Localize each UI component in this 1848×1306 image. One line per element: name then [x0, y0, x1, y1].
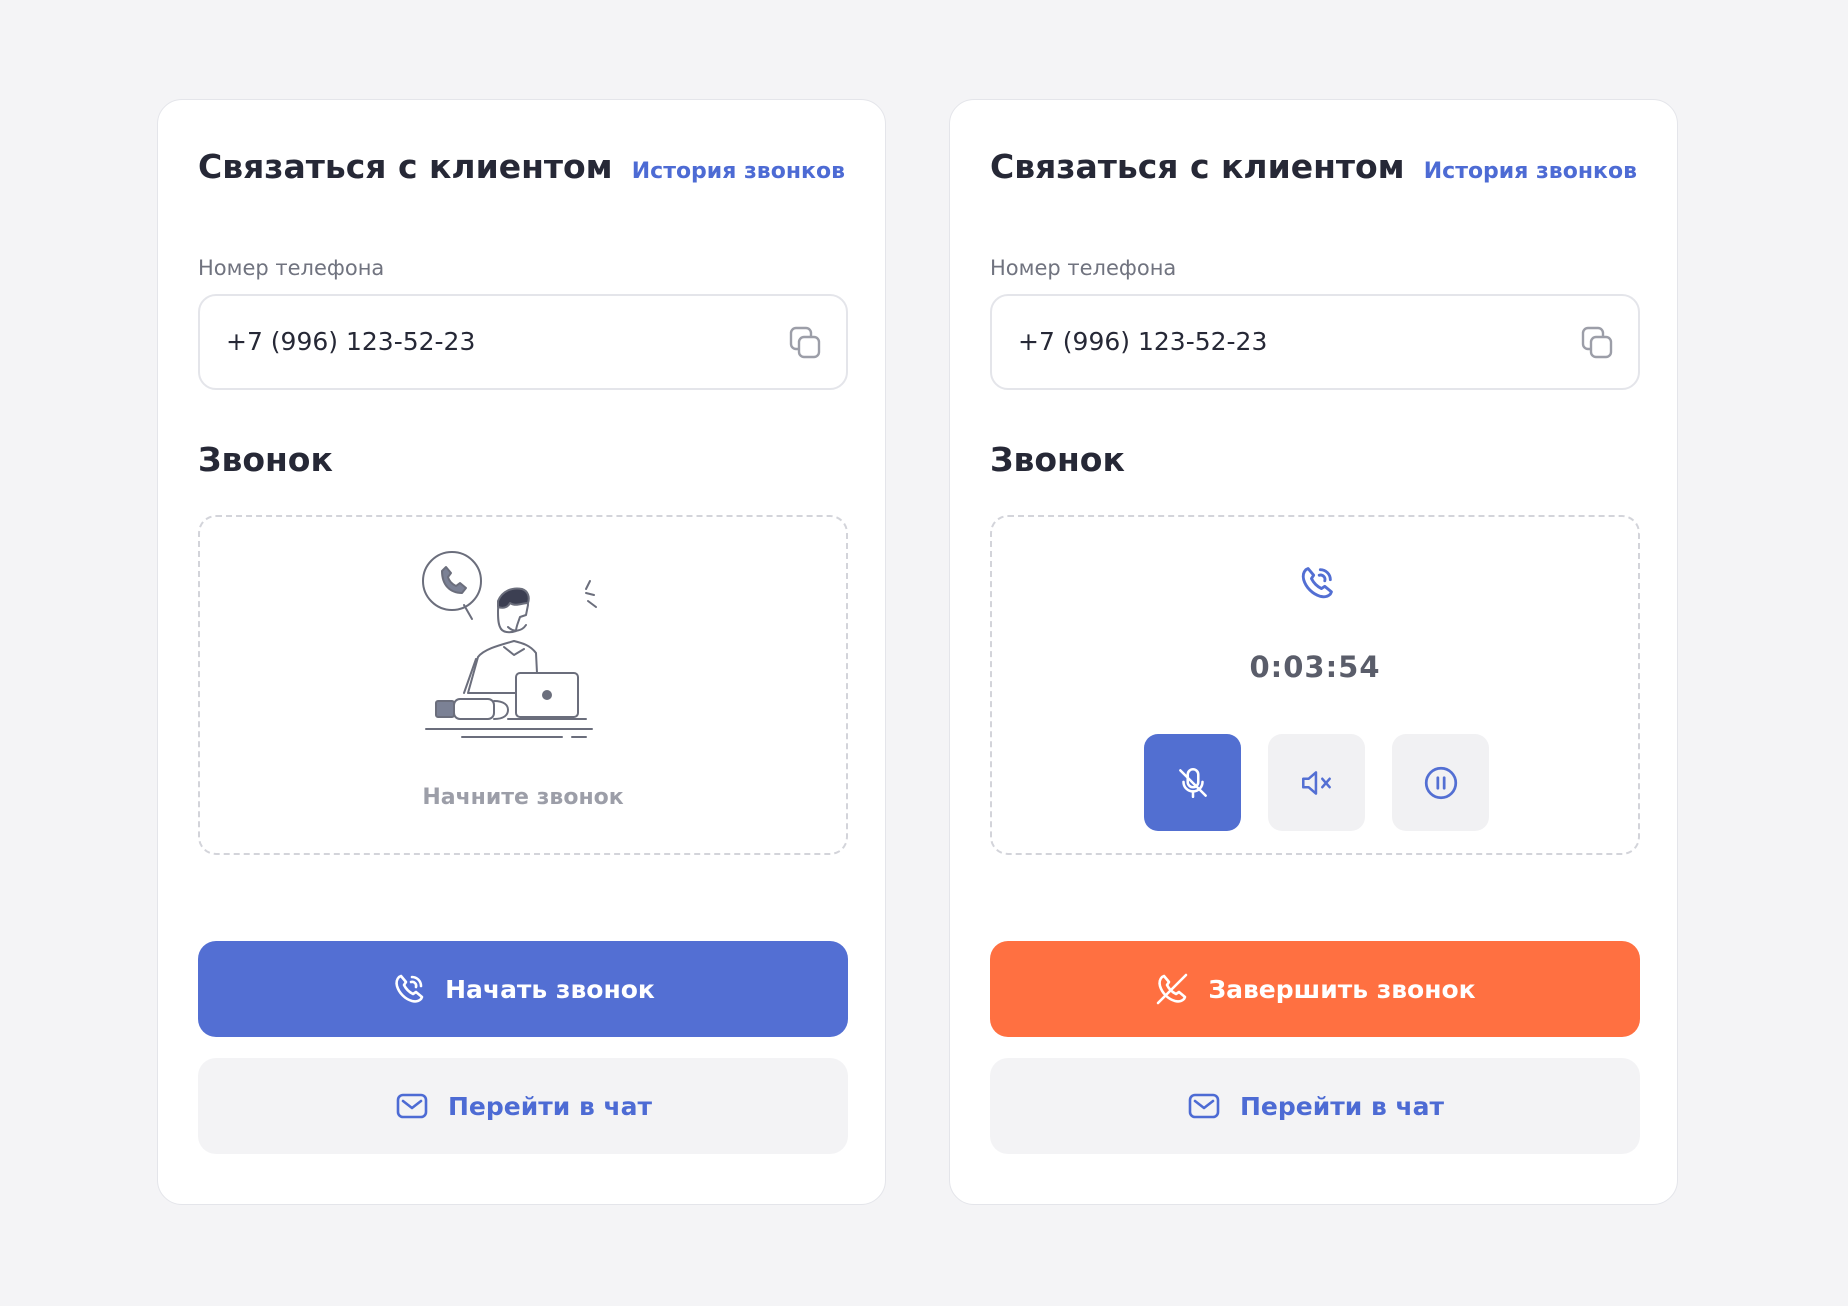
go-to-chat-button[interactable]: Перейти в чат	[198, 1058, 848, 1154]
hold-button[interactable]	[1392, 734, 1489, 831]
phone-field[interactable]: +7 (996) 123-52-23	[990, 294, 1640, 390]
card-title: Связаться с клиентом	[990, 147, 1405, 186]
pause-icon	[1422, 764, 1460, 802]
phone-label: Номер телефона	[990, 256, 1177, 280]
card-title: Связаться с клиентом	[198, 147, 613, 186]
section-title: Звонок	[990, 440, 1125, 479]
mute-speaker-button[interactable]	[1268, 734, 1365, 831]
phone-value: +7 (996) 123-52-23	[226, 327, 476, 356]
contact-card-active: Связаться с клиентом История звонков Ном…	[949, 99, 1678, 1205]
mail-icon	[1186, 1088, 1222, 1124]
phone-call-icon	[1297, 563, 1337, 603]
mic-off-icon	[1174, 764, 1212, 802]
go-to-chat-button[interactable]: Перейти в чат	[990, 1058, 1640, 1154]
active-call-zone: 0:03:54	[990, 515, 1640, 855]
call-history-link[interactable]: История звонков	[1424, 152, 1637, 192]
start-call-caption: Начните звонок	[422, 785, 624, 810]
end-call-label: Завершить звонок	[1208, 974, 1476, 1004]
operator-illustration	[422, 551, 612, 751]
phone-value: +7 (996) 123-52-23	[1018, 327, 1268, 356]
end-call-button[interactable]: Завершить звонок	[990, 941, 1640, 1037]
mute-mic-button[interactable]	[1144, 734, 1241, 831]
phone-label: Номер телефона	[198, 256, 385, 280]
go-to-chat-label: Перейти в чат	[447, 1091, 652, 1121]
mail-icon	[394, 1088, 430, 1124]
start-call-label: Начать звонок	[445, 974, 655, 1004]
call-history-link[interactable]: История звонков	[632, 152, 845, 192]
call-timer: 0:03:54	[1249, 650, 1381, 684]
speaker-mute-icon	[1298, 764, 1336, 802]
phone-call-icon	[391, 971, 427, 1007]
start-call-button[interactable]: Начать звонок	[198, 941, 848, 1037]
section-title: Звонок	[198, 440, 333, 479]
phone-off-icon	[1154, 971, 1190, 1007]
copy-icon[interactable]	[1578, 324, 1616, 362]
go-to-chat-label: Перейти в чат	[1239, 1091, 1444, 1121]
phone-field[interactable]: +7 (996) 123-52-23	[198, 294, 848, 390]
copy-icon[interactable]	[786, 324, 824, 362]
contact-card-idle: Связаться с клиентом История звонков Ном…	[157, 99, 886, 1205]
call-placeholder-zone: Начните звонок	[198, 515, 848, 855]
